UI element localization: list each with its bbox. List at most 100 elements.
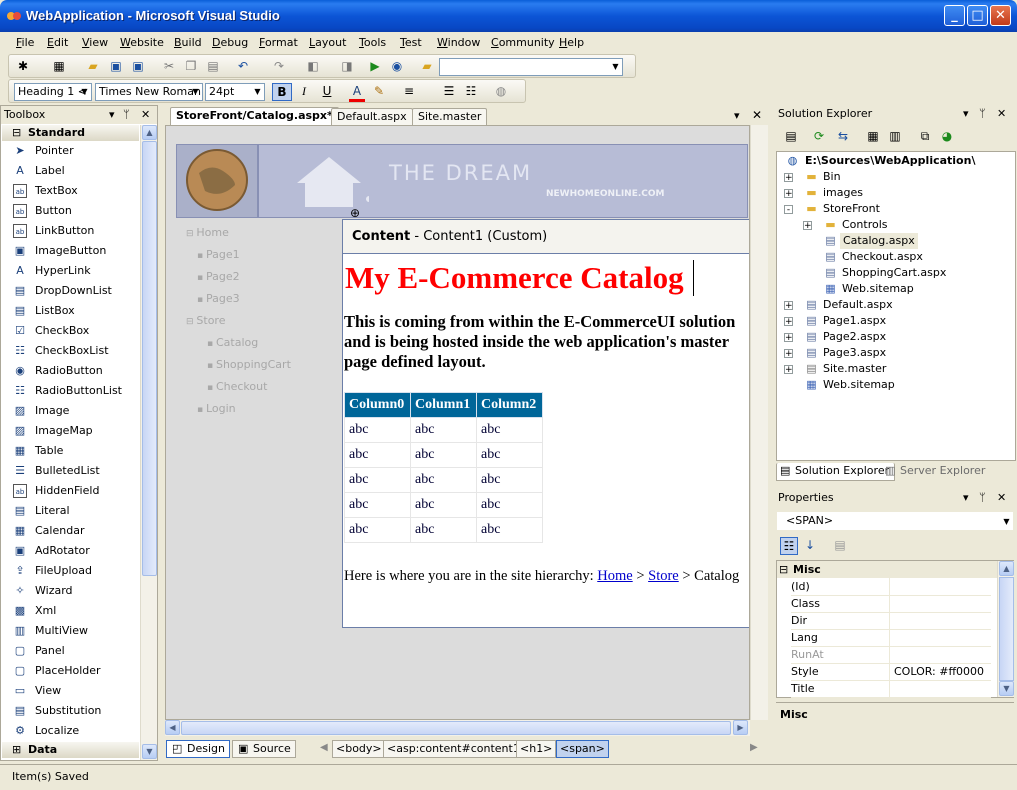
toolbox-item-button[interactable]: ab Button [13,201,138,221]
toolbox-item-view[interactable]: ▭ View [13,681,138,701]
menu-test[interactable]: Test [400,36,422,49]
menu-help[interactable]: Help [559,36,584,49]
tab-dropdown-icon[interactable]: ▾ [734,109,740,122]
toolbox-item-radiobuttonlist[interactable]: ☷ RadioButtonList [13,381,138,401]
open-file-icon[interactable]: ▰ [85,58,101,74]
scroll-left-icon[interactable]: ◀ [165,720,180,735]
property-value[interactable] [889,612,1000,629]
toolbox-item-placeholder[interactable]: ▢ PlaceHolder [13,661,138,681]
font-name-combo[interactable]: Times New Roman ▼ [95,83,203,101]
catalog-gridview[interactable]: Column0 Column1 Column2 abc abc abc abc abc abc… [344,392,543,543]
expand-icon[interactable]: + [784,365,793,375]
find-in-files-icon[interactable]: ▰ [419,58,435,74]
tree-item-bin[interactable]: + ▬ Bin [777,169,1013,185]
menu-build[interactable]: Build [174,36,202,49]
tab-site-master[interactable]: Site.master [412,108,488,125]
toolbox-item-multiview[interactable]: ▥ MultiView [13,621,138,641]
italic-button[interactable]: I [296,83,312,99]
nav-item-home[interactable]: ⊟ Home [186,226,229,239]
close-button[interactable]: ✕ [990,5,1011,26]
property-row-dir[interactable]: Dir [791,612,991,630]
nav-item-store[interactable]: ⊟ Store [186,314,225,327]
toolbox-item-pointer[interactable]: ➤ Pointer [13,141,138,161]
nav-item-page3[interactable]: ▪ Page3 [197,292,240,305]
tree-item-checkout-aspx[interactable]: ▤ Checkout.aspx [777,249,1013,265]
view-in-browser-icon[interactable]: ◉ [389,58,405,74]
property-row-id[interactable]: (Id) [791,578,991,596]
toolbox-section-standard[interactable]: ⊟ Standard [2,125,139,141]
property-value[interactable] [889,595,1000,612]
toolbox-item-panel[interactable]: ▢ Panel [13,641,138,661]
save-all-icon[interactable]: ▣ [130,58,146,74]
tree-item-web-sitemap[interactable]: ▦ Web.sitemap [777,281,1013,297]
background-color-icon[interactable]: ✎ [371,83,387,99]
expand-icon[interactable]: + [784,317,793,327]
tab-solution-explorer[interactable]: ▤ Solution Explorer [776,463,896,481]
toolbox-item-checkboxlist[interactable]: ☷ CheckBoxList [13,341,138,361]
toolbox-item-listbox[interactable]: ▤ ListBox [13,301,138,321]
cut-icon[interactable]: ✂ [161,58,177,74]
expand-icon[interactable]: + [803,221,812,231]
property-pages-icon[interactable]: ▤ [832,537,848,553]
toolbox-item-localize[interactable]: ⚙ Localize [13,721,138,741]
toolbox-item-imagemap[interactable]: ▨ ImageMap [13,421,138,441]
tree-item-images[interactable]: + ▬ images [777,185,1013,201]
properties-scrollbar[interactable]: ▲ ▼ [997,561,1014,697]
numbered-list-icon[interactable]: ☷ [463,83,479,99]
tree-item-page3-aspx[interactable]: + ▤ Page3.aspx [777,345,1013,361]
property-value[interactable] [889,646,1000,663]
save-icon[interactable]: ▣ [108,58,124,74]
nav-item-checkout[interactable]: ▪ Checkout [207,380,267,393]
asp-config-icon[interactable]: ◕ [939,128,955,144]
start-debugging-icon[interactable]: ▶ [367,58,383,74]
crumb-prev-icon[interactable]: ◀ [320,742,328,753]
redo-icon[interactable]: ↷ [271,58,287,74]
design-view-button[interactable]: ◰ Design [166,740,230,758]
insert-image-icon[interactable]: ◍ [493,83,509,99]
tree-item-default-aspx[interactable]: + ▤ Default.aspx [777,297,1013,313]
copy-website-icon[interactable]: ⧉ [917,128,933,144]
property-row-style[interactable]: Style COLOR: #ff0000 [791,663,991,681]
property-row-title[interactable]: Title [791,680,991,698]
navigate-forward-icon[interactable]: ◨ [339,58,355,74]
close-icon[interactable]: ✕ [997,489,1006,507]
toolbox-item-bulletedlist[interactable]: ☰ BulletedList [13,461,138,481]
toolbox-item-hyperlink[interactable]: A HyperLink [13,261,138,281]
design-hscrollbar[interactable]: ◀ ▶ [165,720,750,736]
property-value[interactable] [889,680,1000,697]
expand-icon[interactable]: + [784,173,793,183]
property-value[interactable] [889,629,1000,646]
toolbox-item-radiobutton[interactable]: ◉ RadioButton [13,361,138,381]
alphabetical-icon[interactable]: ↓ [802,537,818,553]
toolbox-item-substitution[interactable]: ▤ Substitution [13,701,138,721]
expand-icon[interactable]: + [784,333,793,343]
toolbox-item-calendar[interactable]: ▦ Calendar [13,521,138,541]
category-misc[interactable]: ⊟ Misc [777,561,997,578]
toolbox-item-image[interactable]: ▨ Image [13,401,138,421]
menu-community[interactable]: Community [491,36,555,49]
dropdown-icon[interactable]: ▾ [963,489,969,507]
foreground-color-icon[interactable]: A [349,83,365,102]
toolbox-scrollbar[interactable]: ▲ ▼ [140,125,157,760]
collapse-icon[interactable]: - [784,205,793,215]
menu-edit[interactable]: Edit [47,36,68,49]
paste-icon[interactable]: ▤ [205,58,221,74]
tab-catalog[interactable]: StoreFront/Catalog.aspx* [170,107,339,125]
close-icon[interactable]: ✕ [997,105,1006,123]
close-icon[interactable]: ✕ [141,106,150,124]
tree-item-page2-aspx[interactable]: + ▤ Page2.aspx [777,329,1013,345]
expand-icon[interactable]: + [784,349,793,359]
toolbox-item-hiddenfield[interactable]: ab HiddenField [13,481,138,501]
categorized-icon[interactable]: ☷ [780,537,798,555]
undo-icon[interactable]: ↶ [235,58,251,74]
tag-crumb[interactable]: <span> [556,740,609,758]
properties-icon[interactable]: ▤ [783,128,799,144]
expand-icon[interactable]: + [784,189,793,199]
nav-item-catalog[interactable]: ▪ Catalog [207,336,258,349]
menu-view[interactable]: View [82,36,108,49]
toolbox-item-dropdownlist[interactable]: ▤ DropDownList [13,281,138,301]
nav-item-page2[interactable]: ▪ Page2 [197,270,240,283]
scroll-down-icon[interactable]: ▼ [142,744,157,759]
tree-item-web-sitemap[interactable]: ▦ Web.sitemap [777,377,1013,393]
underline-button[interactable]: U [319,83,335,99]
